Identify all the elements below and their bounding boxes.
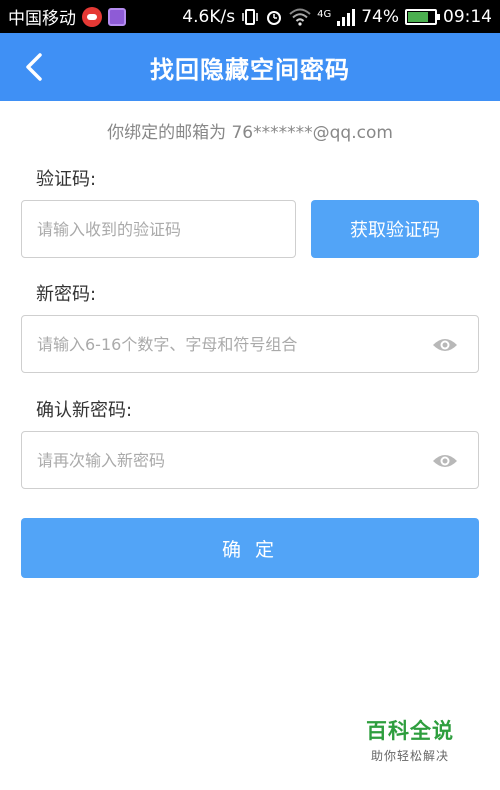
page-title: 找回隐藏空间密码	[150, 55, 350, 84]
status-bar-right: 4.6K/s 4G 74% 09:14	[182, 7, 492, 27]
code-field	[21, 200, 296, 258]
confirm-button[interactable]: 确 定	[21, 518, 479, 578]
battery-percent: 74%	[361, 6, 399, 27]
confirm-password-field	[21, 431, 479, 489]
watermark-title: 百科全说	[366, 719, 454, 743]
app-bar: 找回隐藏空间密码	[0, 33, 500, 101]
wifi-icon	[289, 8, 311, 26]
clock: 09:14	[443, 6, 492, 27]
chevron-left-icon	[26, 53, 42, 81]
net-speed: 4.6K/s	[182, 6, 236, 27]
vibrate-icon	[242, 8, 258, 25]
eye-icon[interactable]	[432, 335, 458, 355]
new-password-field	[21, 315, 479, 373]
code-label: 验证码:	[36, 169, 97, 190]
watermark-subtitle: 助你轻松解决	[370, 749, 449, 763]
carrier-name: 中国移动	[8, 9, 76, 29]
back-button[interactable]	[14, 47, 54, 87]
notification-app-icon	[82, 6, 102, 27]
get-code-button[interactable]: 获取验证码	[311, 200, 479, 258]
watermark-logo: 百科全说 助你轻松解决	[360, 715, 460, 764]
status-bar: 中国移动 4.6K/s 4G 74% 09:14	[0, 0, 500, 33]
network-type: 4G	[317, 8, 332, 20]
battery-icon	[405, 8, 440, 25]
new-password-input[interactable]	[37, 316, 418, 372]
confirm-password-input[interactable]	[37, 432, 418, 488]
code-input[interactable]	[37, 201, 295, 257]
alarm-icon	[267, 10, 282, 25]
gallery-notification-icon	[108, 7, 126, 26]
status-bar-left: 中国移动	[8, 4, 126, 29]
confirm-password-label: 确认新密码:	[36, 400, 133, 421]
bound-email-hint: 你绑定的邮箱为 76*******@qq.com	[107, 123, 393, 143]
new-password-label: 新密码:	[36, 284, 97, 305]
signal-strength-icon	[337, 8, 356, 26]
eye-icon[interactable]	[432, 451, 458, 471]
